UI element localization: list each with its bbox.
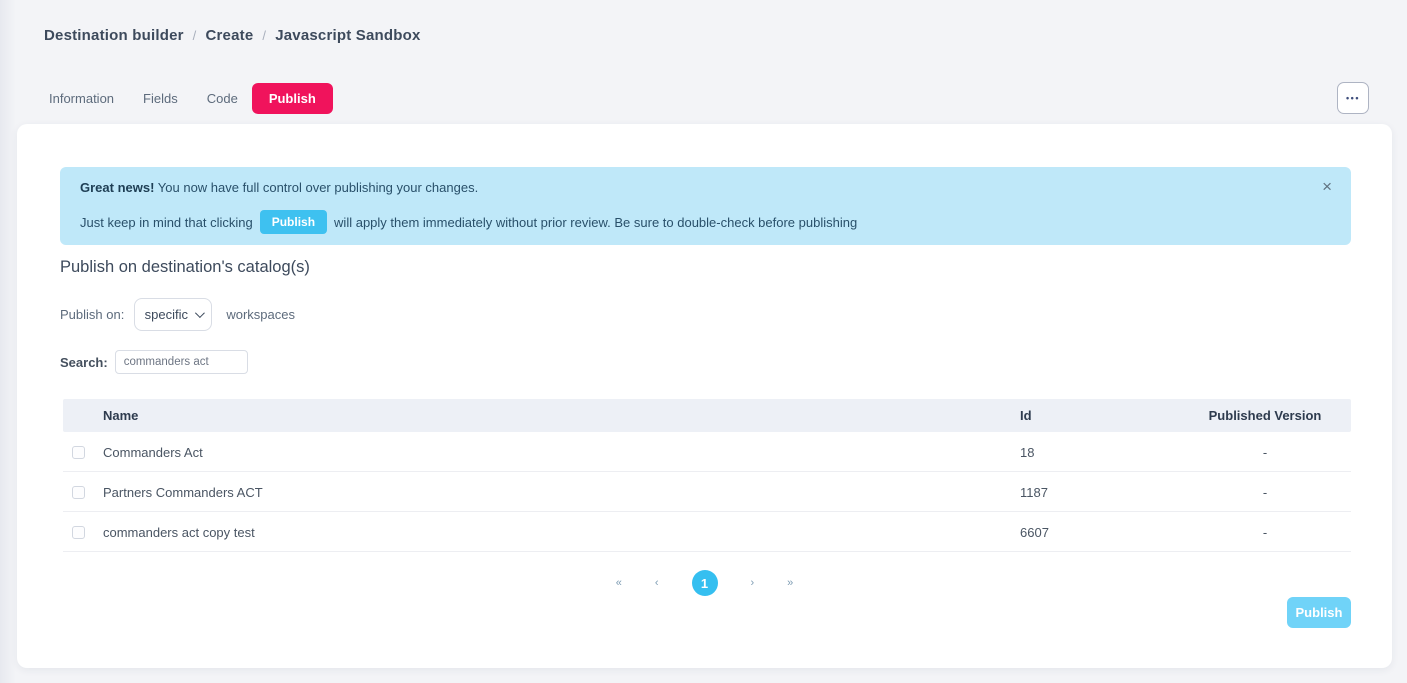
tab-code[interactable]: Code: [207, 91, 238, 106]
breadcrumb-separator: /: [262, 28, 266, 43]
table-row: Partners Commanders ACT 1187 -: [63, 472, 1351, 512]
breadcrumb-item-javascript-sandbox[interactable]: Javascript Sandbox: [275, 27, 420, 44]
breadcrumb-item-create[interactable]: Create: [205, 27, 253, 44]
publish-badge: Publish: [260, 210, 327, 234]
chevron-down-icon: [195, 308, 205, 318]
breadcrumb-item-destination-builder[interactable]: Destination builder: [44, 27, 184, 44]
tab-fields[interactable]: Fields: [143, 91, 178, 106]
cell-id: 1187: [1020, 485, 1048, 500]
tab-information[interactable]: Information: [49, 91, 114, 106]
banner-line-1: Great news! You now have full control ov…: [80, 180, 478, 195]
info-banner: Great news! You now have full control ov…: [60, 167, 1351, 245]
tab-bar: Information Fields Code Publish: [49, 82, 333, 114]
banner-text-after-badge: will apply them immediately without prio…: [334, 215, 857, 230]
row-checkbox[interactable]: [72, 486, 85, 499]
search-row: Search:: [60, 350, 248, 374]
cell-published-version: -: [1195, 525, 1335, 540]
workspaces-select[interactable]: specific: [134, 298, 212, 331]
prev-page-button[interactable]: ‹: [655, 577, 659, 589]
page: Destination builder / Create / Javascript Sa…: [0, 0, 1407, 683]
workspaces-table: Name Id Published Version Commanders Act…: [63, 399, 1351, 552]
search-input[interactable]: [115, 350, 248, 374]
workspaces-label: workspaces: [226, 307, 295, 322]
cell-name: commanders act copy test: [103, 525, 255, 540]
search-label: Search:: [60, 355, 108, 370]
workspaces-select-value: specific: [145, 307, 188, 322]
cell-name: Partners Commanders ACT: [103, 485, 263, 500]
banner-text-before-badge: Just keep in mind that clicking: [80, 215, 253, 230]
publish-on-row: Publish on: specific workspaces: [60, 298, 295, 331]
current-page-button[interactable]: 1: [692, 570, 718, 596]
last-page-button[interactable]: »: [787, 577, 793, 589]
pagination: « ‹ 1 › »: [17, 570, 1392, 596]
banner-text: You now have full control over publishin…: [154, 180, 478, 195]
publish-on-label: Publish on:: [60, 307, 124, 322]
column-header-published-version: Published Version: [1195, 408, 1335, 423]
close-icon[interactable]: ×: [1322, 178, 1332, 195]
column-header-id: Id: [1020, 408, 1032, 423]
row-checkbox[interactable]: [72, 446, 85, 459]
cell-published-version: -: [1195, 445, 1335, 460]
breadcrumb: Destination builder / Create / Javascript Sa…: [44, 27, 421, 44]
banner-bold-text: Great news!: [80, 180, 154, 195]
cell-name: Commanders Act: [103, 445, 203, 460]
cell-id: 18: [1020, 445, 1034, 460]
table-header: Name Id Published Version: [63, 399, 1351, 432]
table-row: Commanders Act 18 -: [63, 432, 1351, 472]
table-row: commanders act copy test 6607 -: [63, 512, 1351, 552]
breadcrumb-separator: /: [193, 28, 197, 43]
banner-line-2: Just keep in mind that clicking Publish …: [80, 210, 857, 234]
cell-id: 6607: [1020, 525, 1049, 540]
next-page-button[interactable]: ›: [751, 577, 755, 589]
row-checkbox[interactable]: [72, 526, 85, 539]
column-header-name: Name: [103, 408, 138, 423]
tab-publish[interactable]: Publish: [252, 83, 333, 114]
first-page-button[interactable]: «: [616, 577, 622, 589]
main-card: Great news! You now have full control ov…: [17, 124, 1392, 668]
cell-published-version: -: [1195, 485, 1335, 500]
more-options-button[interactable]: •••: [1337, 82, 1369, 114]
section-title: Publish on destination's catalog(s): [60, 258, 310, 277]
publish-button[interactable]: Publish: [1287, 597, 1351, 628]
ellipsis-icon: •••: [1346, 94, 1360, 103]
